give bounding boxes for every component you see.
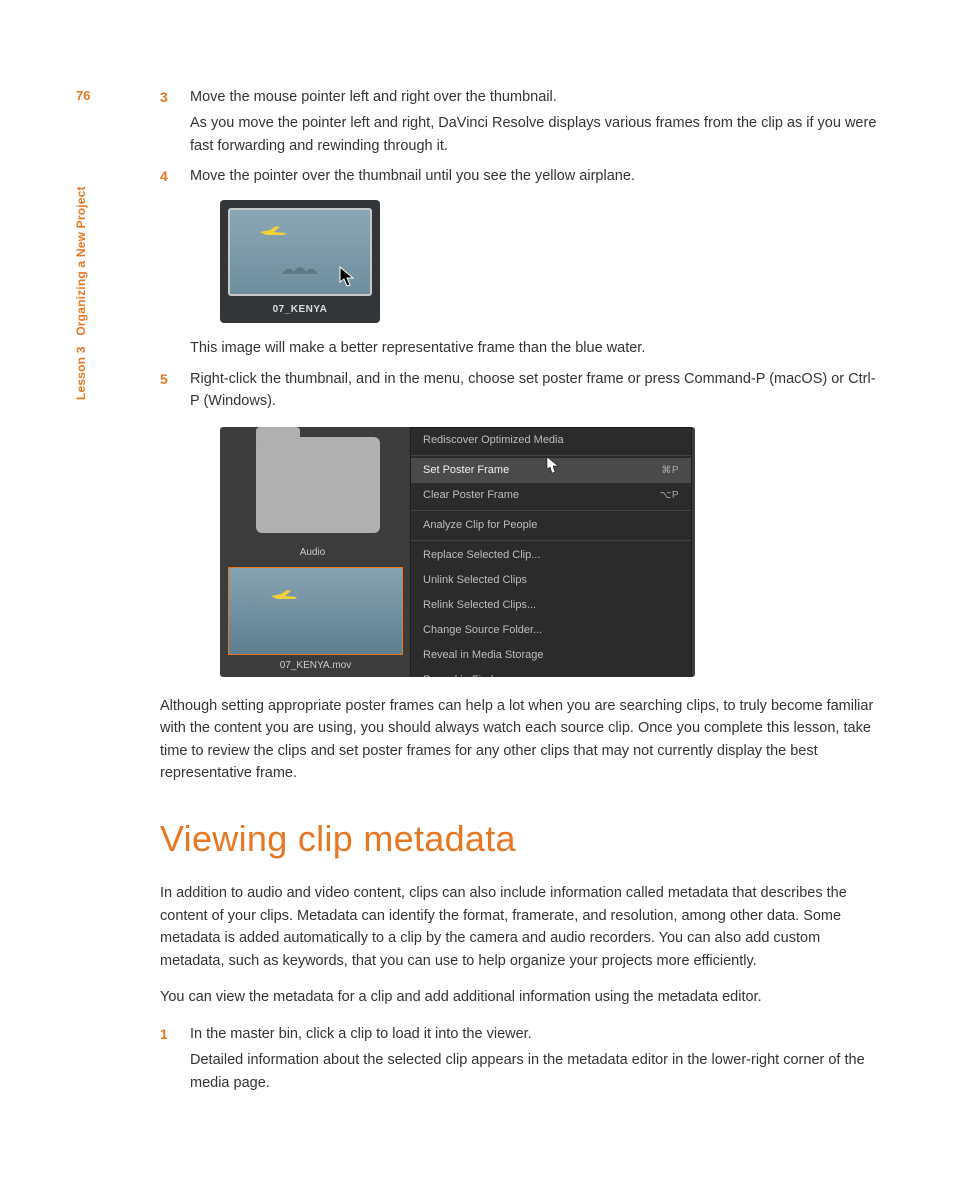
- step-1-line-2: Detailed information about the selected …: [190, 1049, 884, 1094]
- lesson-title-label: Organizing a New Project: [74, 186, 88, 336]
- step-list-metadata: In the master bin, click a clip to load …: [160, 1023, 884, 1094]
- keyboard-shortcut: ⌥P: [660, 488, 679, 504]
- menu-item-change-source-folder[interactable]: Change Source Folder...: [411, 618, 691, 643]
- lesson-number-label: Lesson 3: [74, 346, 88, 400]
- menu-item-reveal-finder[interactable]: Reveal in Finder: [411, 668, 691, 677]
- clip-07-caption: 07_KENYA.mov: [228, 658, 403, 674]
- step-list-continued: Move the mouse pointer left and right ov…: [160, 86, 884, 677]
- water-splash-icon: [280, 258, 320, 276]
- menu-item-label: Rediscover Optimized Media: [423, 432, 564, 449]
- chapter-side-label: Lesson 3 Organizing a New Project: [72, 186, 91, 400]
- clip-thumbnail[interactable]: 07_KENYA: [220, 200, 380, 324]
- menu-item-label: Unlink Selected Clips: [423, 572, 527, 589]
- step-5: Right-click the thumbnail, and in the me…: [160, 368, 884, 677]
- step-4: Move the pointer over the thumbnail unti…: [160, 165, 884, 359]
- context-menu-screenshot: Audio 07_KENYA.mov ♫ 01_A380_TAXI.mov Re…: [220, 427, 695, 677]
- keyboard-shortcut: ⌘P: [661, 463, 679, 479]
- step-3-line-1: Move the mouse pointer left and right ov…: [190, 86, 884, 108]
- section-heading: Viewing clip metadata: [160, 811, 884, 867]
- menu-item-label: Replace Selected Clip...: [423, 547, 540, 564]
- airplane-icon: [258, 224, 288, 238]
- clip-07-thumbnail: [228, 567, 403, 655]
- menu-item-label: Reveal in Media Storage: [423, 647, 543, 664]
- intro-paragraph-2: You can view the metadata for a clip and…: [160, 986, 884, 1008]
- menu-item-label: Set Poster Frame: [423, 462, 509, 479]
- menu-item-analyze-people[interactable]: Analyze Clip for People: [411, 513, 691, 538]
- page-number: 76: [76, 86, 90, 106]
- menu-item-clear-poster-frame[interactable]: Clear Poster Frame ⌥P: [411, 483, 691, 508]
- menu-item-relink-clips[interactable]: Relink Selected Clips...: [411, 593, 691, 618]
- intro-paragraph-1: In addition to audio and video content, …: [160, 882, 884, 972]
- step-4-followup: This image will make a better representa…: [190, 337, 884, 359]
- step-5-line: Right-click the thumbnail, and in the me…: [190, 368, 884, 413]
- step-4-line: Move the pointer over the thumbnail unti…: [190, 165, 884, 187]
- menu-item-label: Clear Poster Frame: [423, 487, 519, 504]
- folder-caption: Audio: [220, 545, 405, 561]
- folder-icon: [256, 437, 380, 533]
- menu-item-reveal-media-storage[interactable]: Reveal in Media Storage: [411, 643, 691, 668]
- menu-item-label: Reveal in Finder: [423, 672, 503, 677]
- step-3: Move the mouse pointer left and right ov…: [160, 86, 884, 157]
- menu-item-unlink-clips[interactable]: Unlink Selected Clips: [411, 568, 691, 593]
- thumbnail-preview[interactable]: [228, 208, 372, 296]
- airplane-icon: [269, 588, 299, 602]
- menu-item-replace-clip[interactable]: Replace Selected Clip...: [411, 543, 691, 568]
- cursor-icon: [545, 456, 559, 474]
- step-3-line-2: As you move the pointer left and right, …: [190, 112, 884, 157]
- menu-item-label: Change Source Folder...: [423, 622, 542, 639]
- step-1-line-1: In the master bin, click a clip to load …: [190, 1023, 884, 1045]
- thumbnail-caption: 07_KENYA: [228, 296, 372, 318]
- closing-paragraph: Although setting appropriate poster fram…: [160, 695, 884, 785]
- cursor-icon: [338, 266, 356, 288]
- step-1: In the master bin, click a clip to load …: [160, 1023, 884, 1094]
- menu-item-rediscover-optimized[interactable]: Rediscover Optimized Media: [411, 428, 691, 453]
- menu-item-label: Relink Selected Clips...: [423, 597, 536, 614]
- menu-item-label: Analyze Clip for People: [423, 517, 537, 534]
